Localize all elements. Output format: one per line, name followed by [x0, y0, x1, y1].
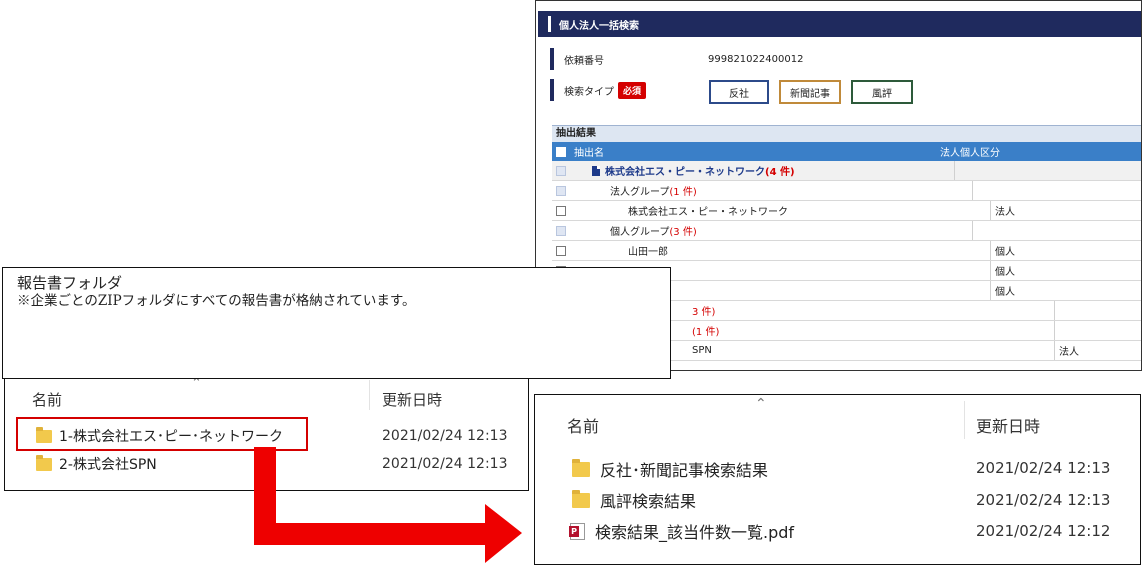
- list-item[interactable]: 風評検索結果: [572, 488, 696, 512]
- item-date: 2021/02/24 12:13: [976, 491, 1111, 509]
- col-header-date[interactable]: 更新日時: [976, 413, 1040, 437]
- item-date: 2021/02/24 12:13: [976, 459, 1111, 477]
- folder-icon: [572, 489, 590, 508]
- list-item[interactable]: P 検索結果_該当件数一覧.pdf: [569, 519, 795, 543]
- sort-up-icon: ⌃: [755, 396, 767, 412]
- column-divider: [964, 401, 965, 439]
- col-header-name[interactable]: 名前: [567, 413, 599, 437]
- item-date: 2021/02/24 12:12: [976, 522, 1111, 540]
- arrow-shape: [254, 447, 522, 563]
- item-name: 反社･新聞記事検索結果: [600, 461, 769, 480]
- item-name: 風評検索結果: [600, 492, 697, 511]
- pdf-icon: P: [569, 522, 585, 540]
- list-item[interactable]: 反社･新聞記事検索結果: [572, 457, 768, 481]
- folder-icon: [572, 458, 590, 477]
- item-name: 検索結果_該当件数一覧.pdf: [595, 523, 795, 542]
- explorer-zip-contents: ⌃ 名前 更新日時 反社･新聞記事検索結果 2021/02/24 12:13 風…: [534, 394, 1141, 565]
